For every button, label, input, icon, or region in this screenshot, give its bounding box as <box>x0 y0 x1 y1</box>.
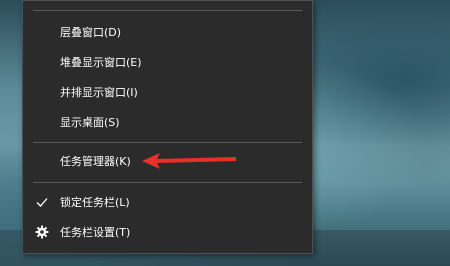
menu-item-lock-taskbar[interactable]: 锁定任务栏(L) <box>23 187 312 217</box>
taskbar-context-menu: 层叠窗口(D) 堆叠显示窗口(E) 并排显示窗口(I) 显示桌面(S) 任务管理… <box>22 0 313 254</box>
menu-item-cascade-windows[interactable]: 层叠窗口(D) <box>23 17 312 47</box>
menu-item-label: 堆叠显示窗口(E) <box>60 56 142 69</box>
menu-item-taskbar-settings[interactable]: 任务栏设置(T) <box>23 217 312 247</box>
menu-item-show-desktop[interactable]: 显示桌面(S) <box>23 107 312 137</box>
menu-item-label: 并排显示窗口(I) <box>60 86 138 99</box>
menu-separator <box>33 142 302 143</box>
menu-item-label: 锁定任务栏(L) <box>60 196 130 209</box>
menu-item-side-by-side-windows[interactable]: 并排显示窗口(I) <box>23 77 312 107</box>
menu-item-label: 显示桌面(S) <box>60 116 120 129</box>
menu-item-label: 任务栏设置(T) <box>60 226 131 239</box>
gear-icon <box>35 225 49 239</box>
red-arrow-icon <box>142 153 236 169</box>
menu-item-label: 任务管理器(K) <box>60 155 131 168</box>
menu-item-label: 层叠窗口(D) <box>60 26 122 39</box>
menu-item-stack-windows[interactable]: 堆叠显示窗口(E) <box>23 47 312 77</box>
menu-separator <box>33 10 302 11</box>
checkmark-icon <box>35 195 49 209</box>
menu-separator <box>33 182 302 183</box>
